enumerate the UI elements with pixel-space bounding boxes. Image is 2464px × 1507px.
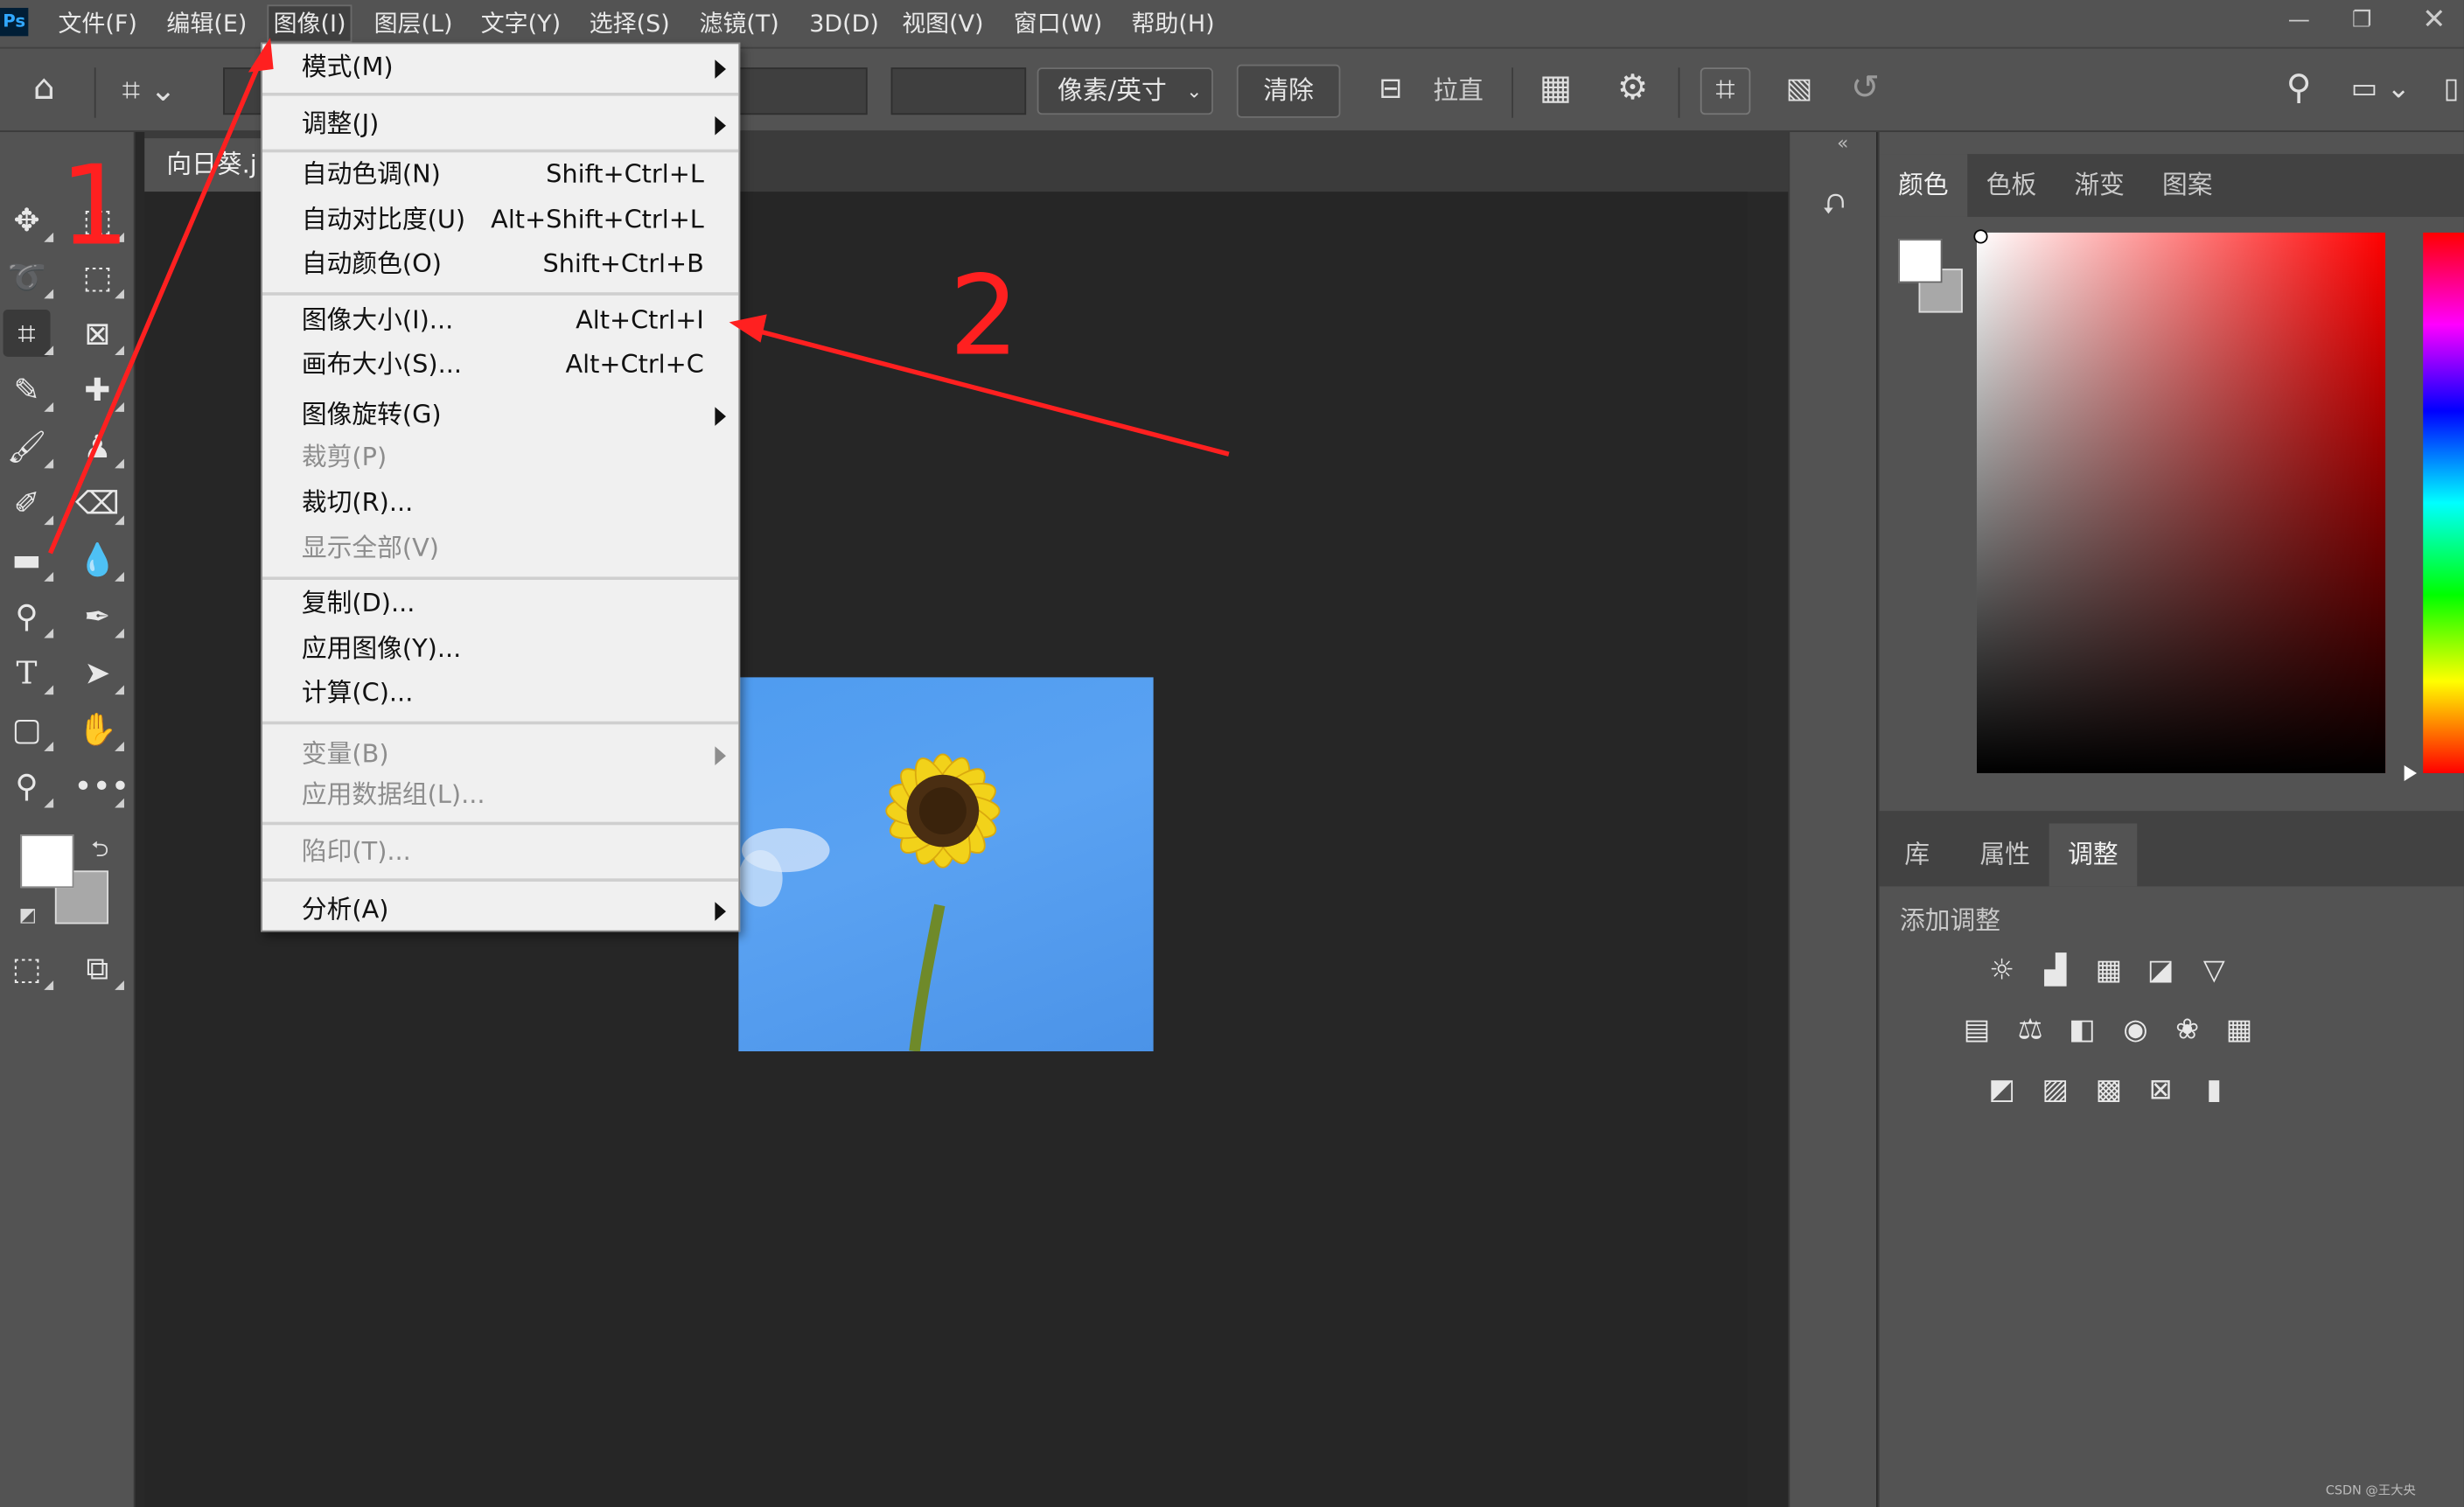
annotation-step-2: 2 [949,251,1020,380]
arrow-1-line [48,59,263,555]
arrow-2-head [729,314,767,343]
arrow-1-head [248,38,274,73]
annotation-step-1: 1 [59,141,130,271]
annotation-arrows [48,38,1230,555]
watermark: CSDN @王大央 [2325,1483,2416,1498]
